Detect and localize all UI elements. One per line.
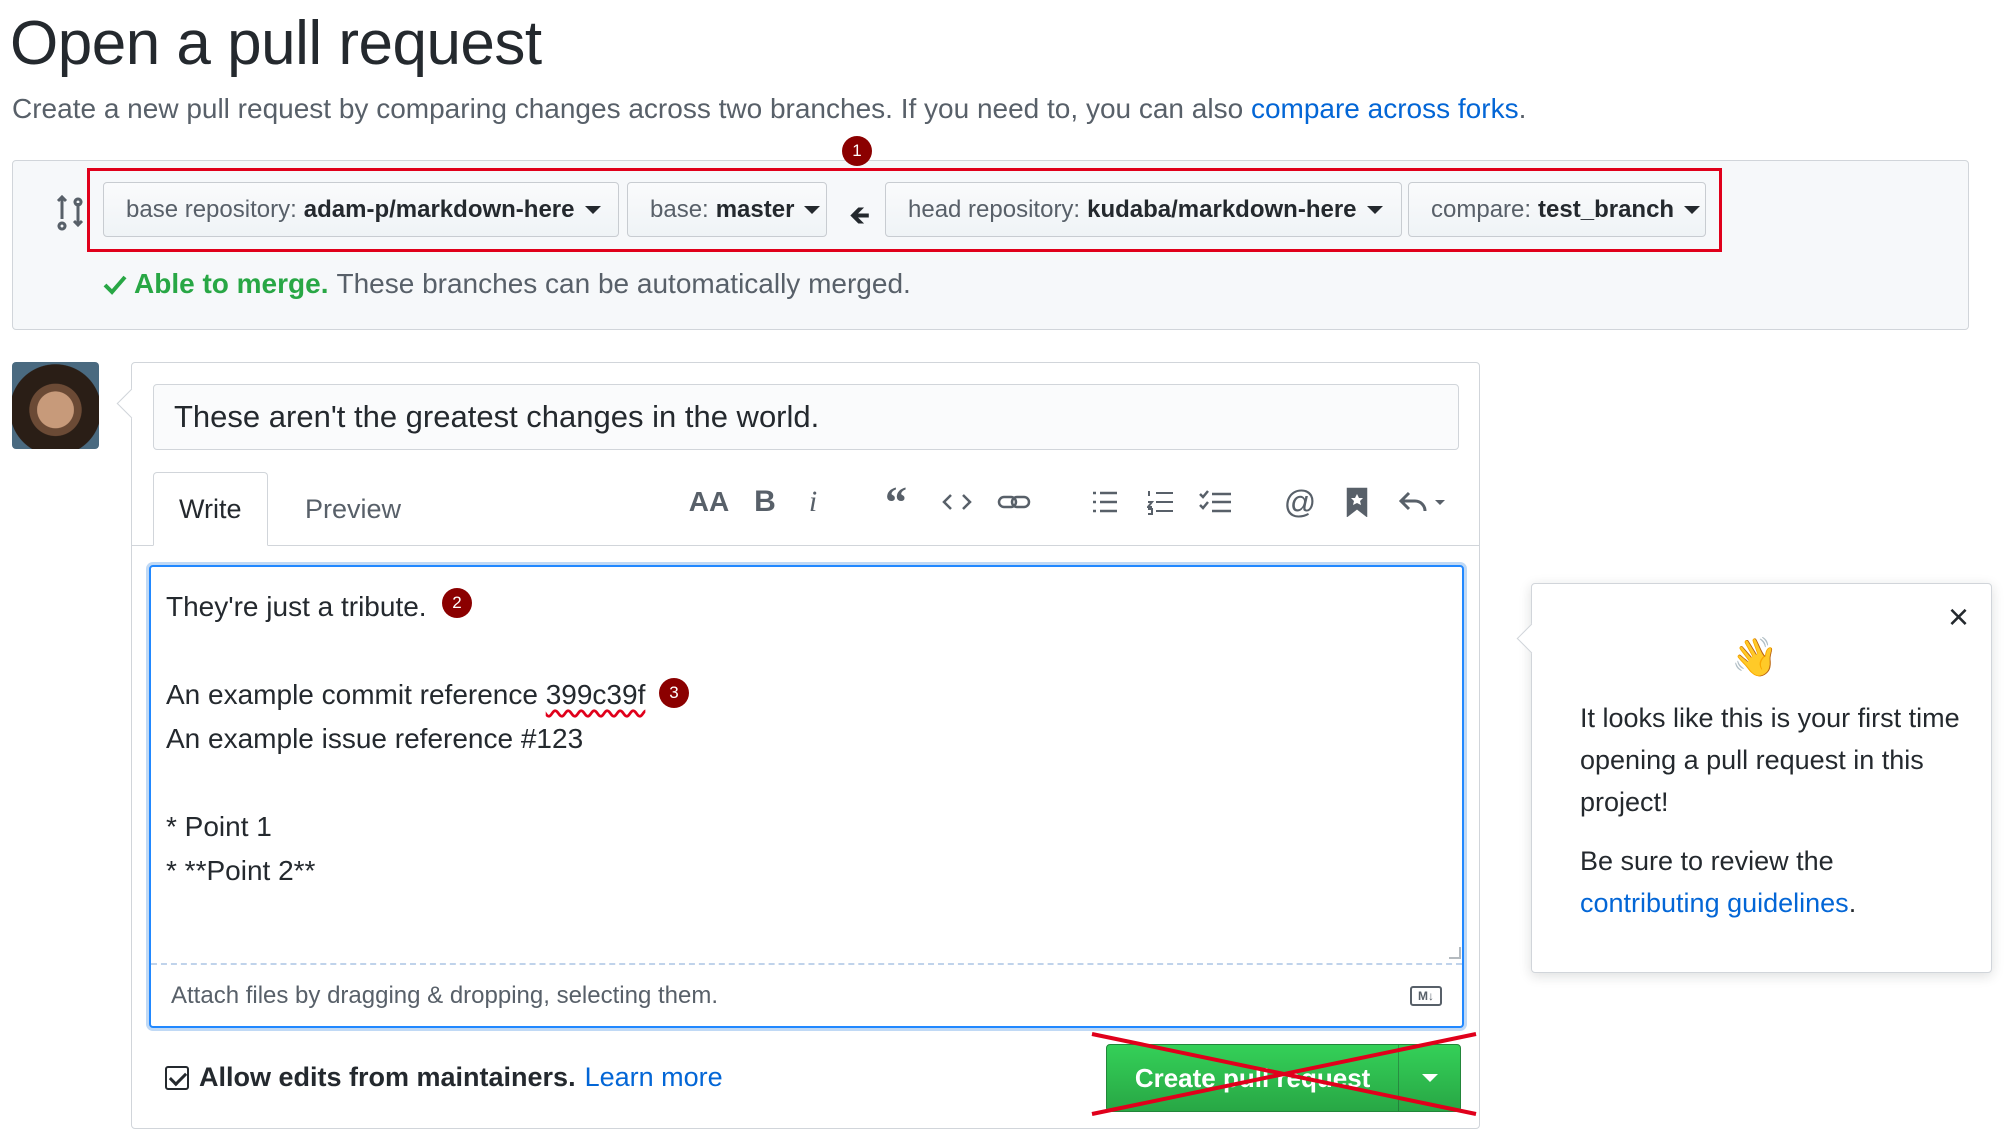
base-branch-label: base: [650, 195, 709, 223]
compare-branch-value: test_branch [1538, 195, 1675, 223]
mention-icon[interactable]: @ [1284, 482, 1316, 522]
base-repository-label: base repository: [126, 195, 297, 223]
commit-reference: 399c39f [545, 679, 646, 710]
page-title: Open a pull request [10, 9, 542, 78]
learn-more-link[interactable]: Learn more [585, 1062, 723, 1093]
chevron-down-icon [804, 205, 821, 214]
popover-guidelines-text: Be sure to review the [1580, 846, 1834, 876]
head-repository-label: head repository: [908, 195, 1081, 223]
body-line-empty [166, 761, 645, 805]
resize-handle[interactable] [1449, 947, 1461, 959]
annotation-marker-2: 2 [442, 588, 472, 618]
popover-message: It looks like this is your first time op… [1580, 703, 1960, 817]
tab-preview[interactable]: Preview [280, 472, 426, 546]
body-line: * Point 1 [166, 811, 272, 842]
body-line: An example commit reference 399c39f [166, 673, 645, 717]
header-icon[interactable]: AA [689, 482, 729, 522]
page-subtitle: Create a new pull request by comparing c… [12, 93, 1526, 125]
merge-status: Able to merge. These branches can be aut… [102, 268, 911, 300]
head-repository-select[interactable]: head repository: kudaba/markdown-here [885, 182, 1402, 237]
annotation-marker-3: 3 [659, 678, 689, 708]
markdown-icon[interactable]: M↓ [1410, 986, 1442, 1006]
bookmark-icon[interactable] [1344, 482, 1370, 522]
avatar[interactable] [12, 362, 99, 449]
compare-branch-select[interactable]: compare: test_branch [1408, 182, 1706, 237]
unordered-list-icon[interactable] [1090, 482, 1120, 522]
wave-icon: 👋 [1731, 637, 1779, 679]
git-compare-icon [56, 194, 84, 231]
chevron-down-icon [1421, 1074, 1438, 1082]
italic-icon[interactable]: i [803, 482, 823, 522]
body-text: An example commit reference [166, 679, 546, 710]
arrow-left-icon: 🡸 [849, 200, 871, 230]
bold-icon[interactable]: B [752, 482, 778, 522]
pr-title-input[interactable]: These aren't the greatest changes in the… [153, 384, 1459, 450]
allow-edits-checkbox[interactable] [165, 1065, 189, 1090]
subtitle-end: . [1518, 93, 1527, 124]
close-icon[interactable]: × [1948, 596, 1969, 638]
allow-edits-label: Allow edits from maintainers. [199, 1062, 576, 1092]
annotation-marker-1: 1 [842, 136, 872, 166]
tab-write[interactable]: Write [153, 472, 268, 546]
compare-across-forks-link[interactable]: compare across forks [1251, 93, 1519, 124]
body-line: An example issue reference #123 [166, 723, 584, 754]
link-icon[interactable] [996, 482, 1032, 522]
chevron-down-icon [1366, 205, 1383, 214]
popover-guidelines: Be sure to review the contributing guide… [1580, 840, 1960, 924]
body-line: They're just a tribute. [166, 591, 427, 622]
code-icon[interactable] [940, 482, 974, 522]
create-pull-request-label: Create pull request [1134, 1062, 1371, 1093]
chevron-down-icon [1684, 205, 1701, 214]
head-repository-value: kudaba/markdown-here [1087, 195, 1357, 223]
reply-icon[interactable] [1398, 482, 1452, 522]
popover-guidelines-end: . [1848, 888, 1857, 918]
task-list-icon[interactable] [1198, 482, 1234, 522]
base-branch-value: master [715, 195, 795, 223]
attach-divider [151, 963, 1462, 965]
allow-edits-row: Allow edits from maintainers. Learn more [165, 1062, 723, 1093]
quote-icon[interactable]: “ [880, 478, 912, 527]
check-icon [103, 275, 127, 295]
create-pull-request-button[interactable]: Create pull request [1106, 1044, 1461, 1112]
merge-ok-text: Able to merge. [134, 268, 329, 299]
compare-branch-label: compare: [1431, 195, 1532, 223]
base-repository-select[interactable]: base repository: adam-p/markdown-here [103, 182, 619, 237]
subtitle-text: Create a new pull request by comparing c… [12, 93, 1251, 124]
ordered-list-icon[interactable] [1146, 482, 1176, 522]
create-options-dropdown[interactable] [1398, 1045, 1460, 1111]
base-branch-select[interactable]: base: master [627, 182, 827, 237]
merge-detail-text: These branches can be automatically merg… [336, 268, 911, 299]
pr-body-text: They're just a tribute. An example commi… [166, 585, 645, 893]
body-line-empty [166, 629, 645, 673]
base-repository-value: adam-p/markdown-here [303, 195, 575, 223]
contributing-guidelines-link[interactable]: contributing guidelines [1580, 888, 1849, 918]
chevron-down-icon [584, 205, 601, 214]
attach-files-hint[interactable]: Attach files by dragging & dropping, sel… [171, 982, 718, 1010]
body-line: * **Point 2** [166, 855, 316, 886]
